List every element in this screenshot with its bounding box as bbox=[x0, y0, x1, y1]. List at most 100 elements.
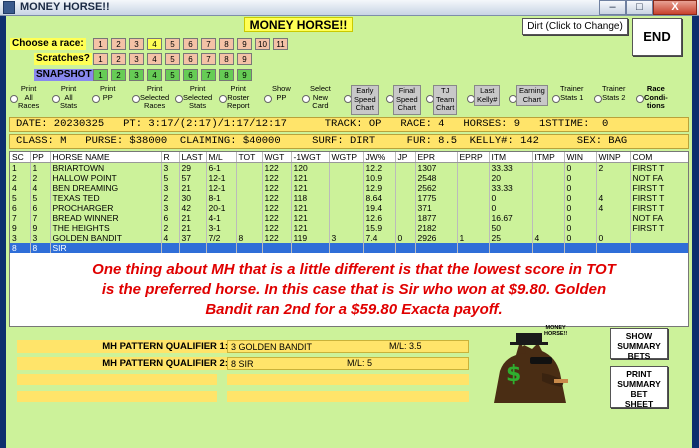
table-cell bbox=[329, 173, 364, 183]
show-summary-bets-button[interactable]: SHOW SUMMARY BETS bbox=[610, 328, 668, 361]
maximize-button[interactable]: □ bbox=[626, 0, 653, 15]
scratch-5-button[interactable]: 5 bbox=[165, 53, 180, 65]
pattern-qualifier-3-empty bbox=[17, 374, 217, 385]
race-11-button[interactable]: 11 bbox=[273, 38, 288, 50]
table-cell bbox=[179, 243, 207, 253]
table-row[interactable]: 2 2 HALLOW POINT 5 57 12-1 122 121 10.9 2548 20 0 NO… bbox=[10, 173, 688, 183]
option-radio-4[interactable] bbox=[175, 95, 183, 103]
table-cell: 120 bbox=[291, 162, 330, 173]
table-cell: 6 bbox=[10, 203, 31, 213]
column-header[interactable]: JP bbox=[395, 152, 416, 163]
race-1-button[interactable]: 1 bbox=[93, 38, 108, 50]
snapshot-1-button[interactable]: 1 bbox=[93, 69, 108, 81]
table-row[interactable]: 1 1 BRIARTOWN 3 29 6-1 122 120 12.2 1307 33.33 0 2 FI… bbox=[10, 162, 688, 173]
race-2-button[interactable]: 2 bbox=[111, 38, 126, 50]
race-3-button[interactable]: 3 bbox=[129, 38, 144, 50]
table-cell bbox=[596, 183, 631, 193]
race-5-button[interactable]: 5 bbox=[165, 38, 180, 50]
column-header[interactable]: EPRP bbox=[457, 152, 490, 163]
scratch-6-button[interactable]: 6 bbox=[183, 53, 198, 65]
option-radio-15[interactable] bbox=[636, 95, 644, 103]
column-header[interactable]: R bbox=[161, 152, 180, 163]
dirt-toggle-button[interactable]: Dirt (Click to Change) bbox=[522, 18, 628, 35]
race-6-button[interactable]: 6 bbox=[183, 38, 198, 50]
scratch-3-button[interactable]: 3 bbox=[129, 53, 144, 65]
option-radio-7[interactable] bbox=[302, 95, 310, 103]
option-radio-5[interactable] bbox=[219, 95, 227, 103]
print-summary-bet-sheet-button[interactable]: PRINT SUMMARY BET SHEET bbox=[610, 366, 668, 409]
column-header[interactable]: HORSE NAME bbox=[50, 152, 162, 163]
snapshot-2-button[interactable]: 2 bbox=[111, 69, 126, 81]
scratch-8-button[interactable]: 8 bbox=[219, 53, 234, 65]
option-radio-1[interactable] bbox=[52, 95, 60, 103]
table-row[interactable]: 3 3 GOLDEN BANDIT 4 37 7/2 8 122 119 3 7.4 0 2926 1 25… bbox=[10, 233, 688, 243]
column-header[interactable]: PP bbox=[30, 152, 51, 163]
snapshot-8-button[interactable]: 8 bbox=[219, 69, 234, 81]
option-label-3: Print Selected Races bbox=[140, 84, 170, 110]
column-header[interactable]: SC bbox=[10, 152, 31, 163]
scratch-2-button[interactable]: 2 bbox=[111, 53, 126, 65]
table-cell: 0 bbox=[489, 203, 533, 213]
column-header[interactable]: JW% bbox=[363, 152, 396, 163]
table-row[interactable]: 5 5 TEXAS TED 2 30 8-1 122 118 8.64 1775 0 0 4 FIRST … bbox=[10, 193, 688, 203]
column-header[interactable]: M/L bbox=[206, 152, 237, 163]
scratch-4-button[interactable]: 4 bbox=[147, 53, 162, 65]
race-4-button[interactable]: 4 bbox=[147, 38, 162, 50]
column-header[interactable]: COM bbox=[630, 152, 688, 163]
table-cell: 6-1 bbox=[206, 162, 237, 173]
table-cell bbox=[630, 233, 688, 243]
table-row[interactable]: 6 6 PROCHARGER 3 42 20-1 122 121 19.4 371 0 0 4 FIRST… bbox=[10, 203, 688, 213]
option-radio-3[interactable] bbox=[132, 95, 140, 103]
column-header[interactable]: WGTP bbox=[329, 152, 364, 163]
table-cell: 12-1 bbox=[206, 183, 237, 193]
column-header[interactable]: WINP bbox=[596, 152, 631, 163]
snapshot-5-button[interactable]: 5 bbox=[165, 69, 180, 81]
pattern-qualifier-1-value: 3 GOLDEN BANDIT bbox=[227, 340, 469, 353]
snapshot-7-button[interactable]: 7 bbox=[201, 69, 216, 81]
scratch-9-button[interactable]: 9 bbox=[237, 53, 252, 65]
snapshot-3-button[interactable]: 3 bbox=[129, 69, 144, 81]
snapshot-9-button[interactable]: 9 bbox=[237, 69, 252, 81]
table-cell bbox=[596, 213, 631, 223]
column-header[interactable]: -1WGT bbox=[291, 152, 330, 163]
table-cell: 8 bbox=[236, 233, 263, 243]
column-header[interactable]: WGT bbox=[262, 152, 292, 163]
scratch-1-button[interactable]: 1 bbox=[93, 53, 108, 65]
column-header[interactable]: WIN bbox=[564, 152, 597, 163]
scratch-7-button[interactable]: 7 bbox=[201, 53, 216, 65]
snapshot-4-button[interactable]: 4 bbox=[147, 69, 162, 81]
table-cell: 5 bbox=[30, 193, 51, 203]
table-cell: 12.6 bbox=[363, 213, 396, 223]
column-header[interactable]: EPR bbox=[415, 152, 458, 163]
table-row[interactable]: 9 9 THE HEIGHTS 2 21 3-1 122 121 15.9 2182 50 0 FIRS… bbox=[10, 223, 688, 233]
table-cell: 6 bbox=[161, 213, 180, 223]
column-header[interactable]: TOT bbox=[236, 152, 263, 163]
option-label-11: Last Kelly# bbox=[474, 85, 501, 106]
snapshot-6-button[interactable]: 6 bbox=[183, 69, 198, 81]
table-cell: FIRST T bbox=[630, 162, 688, 173]
end-button[interactable]: END bbox=[632, 18, 682, 56]
table-row[interactable]: 7 7 BREAD WINNER 6 21 4-1 122 121 12.6 1877 16.67 0… bbox=[10, 213, 688, 223]
race-9-button[interactable]: 9 bbox=[237, 38, 252, 50]
column-header[interactable]: ITMP bbox=[532, 152, 565, 163]
table-cell: 7 bbox=[10, 213, 31, 223]
column-header[interactable]: ITM bbox=[489, 152, 533, 163]
option-radio-2[interactable] bbox=[92, 95, 100, 103]
option-radio-0[interactable] bbox=[10, 95, 18, 103]
race-8-button[interactable]: 8 bbox=[219, 38, 234, 50]
close-button[interactable]: X bbox=[653, 0, 697, 15]
race-10-button[interactable]: 10 bbox=[255, 38, 270, 50]
table-cell: 3-1 bbox=[206, 223, 237, 233]
app-title: MONEY HORSE!! bbox=[244, 17, 353, 32]
option-radio-14[interactable] bbox=[594, 95, 602, 103]
column-header[interactable]: LAST bbox=[179, 152, 207, 163]
option-radio-6[interactable] bbox=[264, 95, 272, 103]
race-info-line-2: CLASS: M PURSE: $38000 CLAIMING: $40000 … bbox=[9, 134, 689, 149]
table-row[interactable]: 4 4 BEN DREAMING 3 21 12-1 122 121 12.9 2562 33.33… bbox=[10, 183, 688, 193]
option-radio-13[interactable] bbox=[552, 95, 560, 103]
minimize-button[interactable]: – bbox=[599, 0, 626, 15]
race-7-button[interactable]: 7 bbox=[201, 38, 216, 50]
table-cell: 8 bbox=[10, 243, 31, 253]
table-row[interactable]: 8 8 SIR bbox=[10, 243, 688, 253]
table-cell: 2562 bbox=[415, 183, 458, 193]
